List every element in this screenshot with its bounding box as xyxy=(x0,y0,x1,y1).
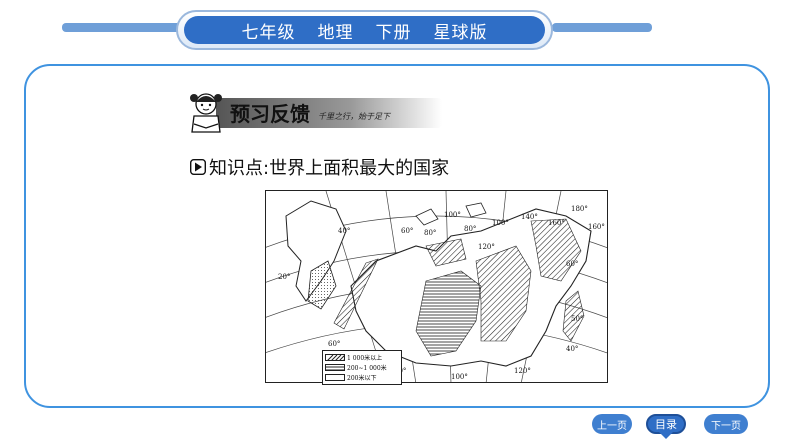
longitude-label: 180° xyxy=(571,205,588,213)
longitude-label: 100° xyxy=(451,373,468,381)
longitude-label: 20° xyxy=(278,273,290,281)
toc-pointer-icon xyxy=(659,432,673,439)
longitude-label: 40° xyxy=(566,345,578,353)
header-volume: 下册 xyxy=(375,22,412,43)
legend-label: 200~1 000米 xyxy=(347,364,387,372)
header-subject: 地理 xyxy=(317,22,354,43)
map-legend: 1 000米以上 200~1 000米 200米以下 xyxy=(322,350,402,385)
longitude-label: 50° xyxy=(571,315,583,323)
banner-title: 预习反馈 xyxy=(230,102,310,126)
russia-relief-map: 100° 80° 60° 40° 80° 100° 120° 140° 160°… xyxy=(265,190,608,383)
legend-row-mid: 200~1 000米 xyxy=(325,362,387,372)
legend-label: 1 000米以上 xyxy=(347,354,383,362)
longitude-label: 160° xyxy=(548,219,565,227)
section-heading-text: 知识点:世界上面积最大的国家 xyxy=(209,158,450,179)
longitude-label: 80° xyxy=(424,229,436,237)
longitude-label: 120° xyxy=(514,367,531,375)
header-decor-bar-left xyxy=(62,23,182,32)
preview-feedback-banner: 预习反馈 千里之行，始于足下 xyxy=(190,93,442,133)
legend-swatch-striped xyxy=(325,363,345,371)
map-graphic: 100° 80° 60° 40° 80° 100° 120° 140° 160°… xyxy=(266,191,607,382)
prev-page-button[interactable]: 上一页 xyxy=(592,414,632,434)
header-grade: 七年级 xyxy=(241,22,296,43)
longitude-label: 60° xyxy=(328,340,340,348)
header-edition: 星球版 xyxy=(433,22,488,43)
longitude-label: 120° xyxy=(478,243,495,251)
longitude-label: 40° xyxy=(338,227,350,235)
next-page-button[interactable]: 下一页 xyxy=(704,414,748,434)
legend-label: 200米以下 xyxy=(347,374,377,382)
longitude-label: 80° xyxy=(464,225,476,233)
longitude-label: 60° xyxy=(401,227,413,235)
longitude-label: 140° xyxy=(521,213,538,221)
header-title-pill: 七年级 地理 下册 星球版 xyxy=(176,10,553,50)
play-triangle-icon xyxy=(190,159,206,175)
longitude-label: 160° xyxy=(588,223,605,231)
longitude-label: 100° xyxy=(444,211,461,219)
legend-row-low: 200米以下 xyxy=(325,372,376,382)
banner-motto: 千里之行，始于足下 xyxy=(318,112,392,121)
table-of-contents-button[interactable]: 目录 xyxy=(646,414,686,434)
longitude-label: 60° xyxy=(566,260,578,268)
header-decor-bar-right xyxy=(552,23,652,32)
section-heading: 知识点:世界上面积最大的国家 xyxy=(190,154,449,180)
legend-swatch-hatched xyxy=(325,353,345,361)
longitude-label: 100° xyxy=(492,219,509,227)
legend-row-high: 1 000米以上 xyxy=(325,352,382,362)
legend-swatch-blank xyxy=(325,373,345,381)
